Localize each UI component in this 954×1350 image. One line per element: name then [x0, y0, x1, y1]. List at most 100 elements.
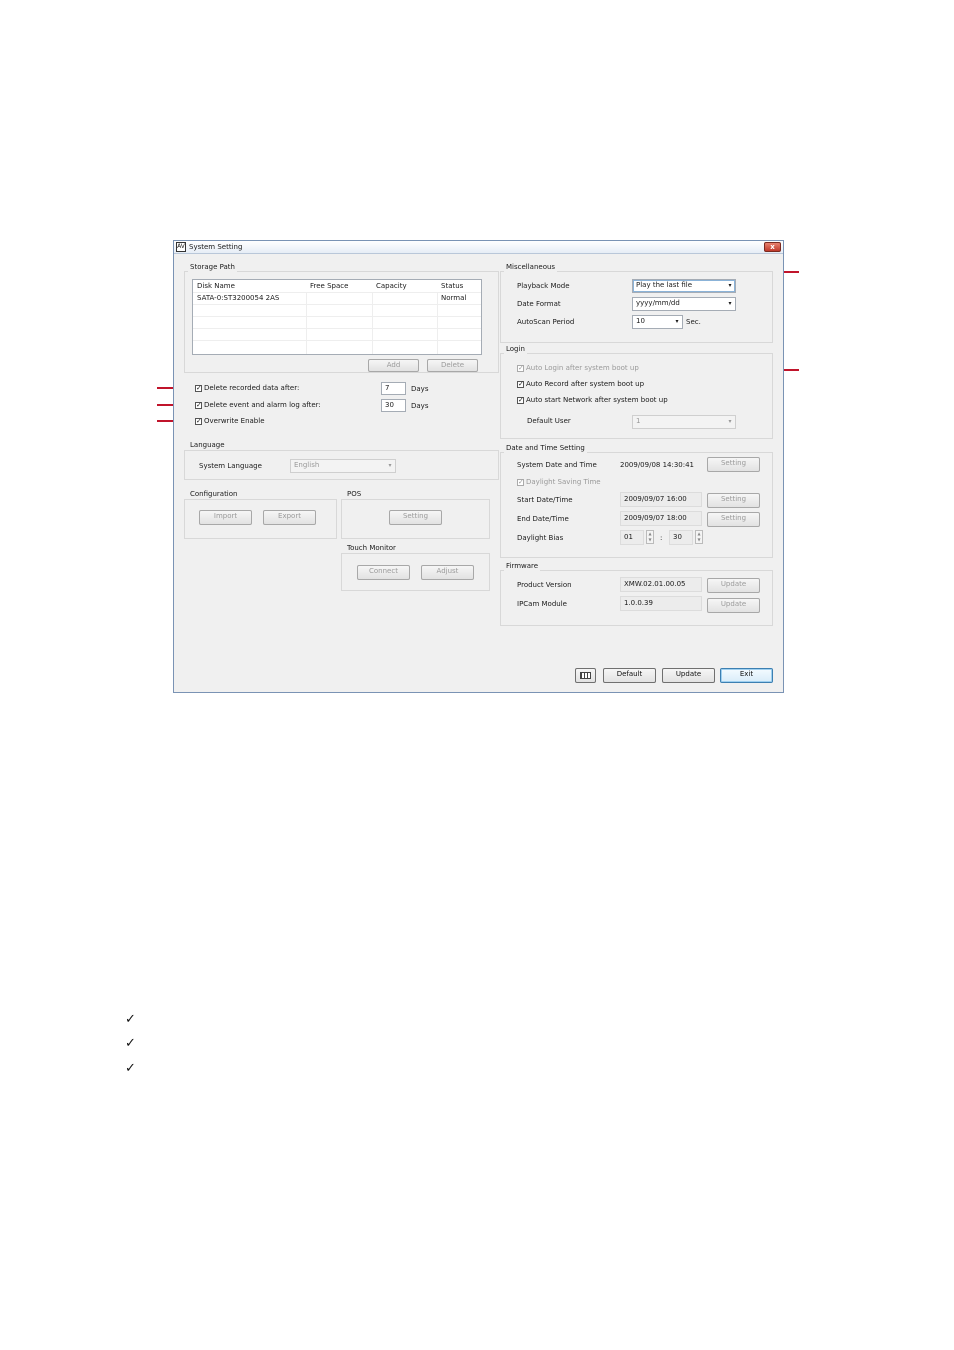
- auto-login-label: Auto Login after system boot up: [526, 364, 639, 372]
- daylight-bias-label: Daylight Bias: [517, 534, 564, 542]
- auto-login-checkbox[interactable]: ✓: [517, 365, 524, 372]
- delete-disk-button[interactable]: Delete: [427, 359, 478, 372]
- pos-setting-button[interactable]: Setting: [389, 510, 442, 525]
- playback-mode-label: Playback Mode: [517, 282, 570, 290]
- product-version-label: Product Version: [517, 581, 572, 589]
- delete-event-unit: Days: [411, 402, 429, 410]
- auto-record-label: Auto Record after system boot up: [526, 380, 645, 388]
- cell-status: Normal: [441, 294, 467, 302]
- default-user-select[interactable]: 1 ▾: [632, 415, 736, 429]
- delete-event-label: Delete event and alarm log after:: [204, 401, 321, 409]
- ipcam-update-button[interactable]: Update: [707, 598, 760, 613]
- ipcam-module-label: IPCam Module: [517, 600, 567, 608]
- daylight-saving-checkbox[interactable]: ✓: [517, 479, 524, 486]
- autoscan-unit: Sec.: [686, 318, 701, 326]
- end-date-time-value: 2009/09/07 18:00: [620, 511, 702, 526]
- system-setting-window: AV System Setting x Storage Path Disk Na…: [173, 240, 784, 693]
- product-update-button[interactable]: Update: [707, 578, 760, 593]
- checkmark-icon: ✓: [125, 1036, 136, 1051]
- pos-title: POS: [345, 490, 364, 499]
- system-language-value: English: [294, 461, 320, 469]
- bias-minutes-spinner[interactable]: ▲ ▼: [695, 530, 703, 544]
- row-divider: [193, 340, 481, 341]
- system-language-select[interactable]: English ▾: [290, 459, 396, 473]
- checkmark-icon: ✓: [125, 1061, 136, 1076]
- bias-separator: :: [660, 534, 663, 542]
- overwrite-label: Overwrite Enable: [204, 417, 265, 425]
- delete-recorded-label: Delete recorded data after:: [204, 384, 300, 392]
- column-header-disk-name: Disk Name: [197, 282, 235, 290]
- keyboard-button[interactable]: [575, 668, 596, 683]
- autoscan-period-value: 10: [636, 317, 645, 325]
- playback-mode-select[interactable]: Play the last file ▾: [632, 279, 736, 293]
- playback-mode-value: Play the last file: [636, 281, 693, 289]
- window-title: System Setting: [189, 243, 243, 251]
- date-format-value: yyyy/mm/dd: [636, 299, 680, 307]
- start-date-setting-button[interactable]: Setting: [707, 493, 760, 508]
- miscellaneous-title: Miscellaneous: [504, 263, 558, 272]
- firmware-title: Firmware: [504, 562, 541, 571]
- bias-hours-input[interactable]: 01: [620, 530, 644, 545]
- storage-path-title: Storage Path: [188, 263, 237, 272]
- language-title: Language: [188, 441, 227, 450]
- auto-network-checkbox[interactable]: ✓: [517, 397, 524, 404]
- autoscan-period-label: AutoScan Period: [517, 318, 575, 326]
- daylight-saving-label: Daylight Saving Time: [526, 478, 601, 486]
- bias-minutes-input[interactable]: 30: [669, 530, 693, 545]
- delete-recorded-checkbox[interactable]: ✓: [195, 385, 202, 392]
- start-date-time-value: 2009/09/07 16:00: [620, 492, 702, 507]
- date-format-select[interactable]: yyyy/mm/dd ▾: [632, 297, 736, 311]
- chevron-down-icon: ▾: [728, 418, 732, 425]
- bias-hours-spinner[interactable]: ▲ ▼: [646, 530, 654, 544]
- overwrite-checkbox[interactable]: ✓: [195, 418, 202, 425]
- date-format-label: Date Format: [517, 300, 561, 308]
- touch-monitor-title: Touch Monitor: [345, 544, 398, 553]
- system-date-time-value: 2009/09/08 14:30:41: [620, 461, 695, 469]
- date-time-title: Date and Time Setting: [504, 444, 587, 453]
- exit-button[interactable]: Exit: [720, 668, 773, 683]
- app-icon: AV: [176, 242, 186, 252]
- delete-event-days-input[interactable]: 30: [381, 399, 406, 412]
- table-row[interactable]: SATA-0:ST3200054 2AS Normal: [193, 293, 481, 304]
- auto-network-label: Auto start Network after system boot up: [526, 396, 668, 404]
- checkmark-icon: ✓: [125, 1012, 136, 1027]
- row-divider: [193, 328, 481, 329]
- system-date-time-label: System Date and Time: [517, 461, 597, 469]
- delete-event-checkbox[interactable]: ✓: [195, 402, 202, 409]
- cell-disk-name: SATA-0:ST3200054 2AS: [197, 294, 280, 302]
- spin-down-icon: ▼: [648, 537, 652, 542]
- adjust-button[interactable]: Adjust: [421, 565, 474, 580]
- chevron-down-icon: ▾: [728, 282, 732, 289]
- default-user-label: Default User: [527, 417, 571, 425]
- add-disk-button[interactable]: Add: [368, 359, 419, 372]
- configuration-title: Configuration: [188, 490, 240, 499]
- login-title: Login: [504, 345, 527, 354]
- product-version-value: XMW.02.01.00.05: [620, 577, 702, 592]
- auto-record-checkbox[interactable]: ✓: [517, 381, 524, 388]
- title-bar: AV System Setting x: [174, 241, 783, 254]
- ipcam-module-value: 1.0.0.39: [620, 596, 702, 611]
- end-date-setting-button[interactable]: Setting: [707, 512, 760, 527]
- chevron-down-icon: ▾: [728, 300, 732, 307]
- import-button[interactable]: Import: [199, 510, 252, 525]
- delete-recorded-days-input[interactable]: 7: [381, 382, 406, 395]
- end-date-time-label: End Date/Time: [517, 515, 569, 523]
- spin-down-icon: ▼: [697, 537, 701, 542]
- export-button[interactable]: Export: [263, 510, 316, 525]
- column-header-status: Status: [441, 282, 464, 290]
- column-header-capacity: Capacity: [376, 282, 407, 290]
- system-date-setting-button[interactable]: Setting: [707, 457, 760, 472]
- chevron-down-icon: ▾: [675, 318, 679, 325]
- autoscan-period-select[interactable]: 10 ▾: [632, 315, 683, 329]
- close-button[interactable]: x: [764, 242, 781, 252]
- default-button[interactable]: Default: [603, 668, 656, 683]
- update-button[interactable]: Update: [662, 668, 715, 683]
- row-divider: [193, 304, 481, 305]
- column-header-free-space: Free Space: [310, 282, 349, 290]
- keyboard-icon: [580, 672, 591, 679]
- storage-table: Disk Name Free Space Capacity Status SAT…: [192, 279, 482, 355]
- delete-recorded-unit: Days: [411, 385, 429, 393]
- chevron-down-icon: ▾: [388, 462, 392, 469]
- row-divider: [193, 316, 481, 317]
- connect-button[interactable]: Connect: [357, 565, 410, 580]
